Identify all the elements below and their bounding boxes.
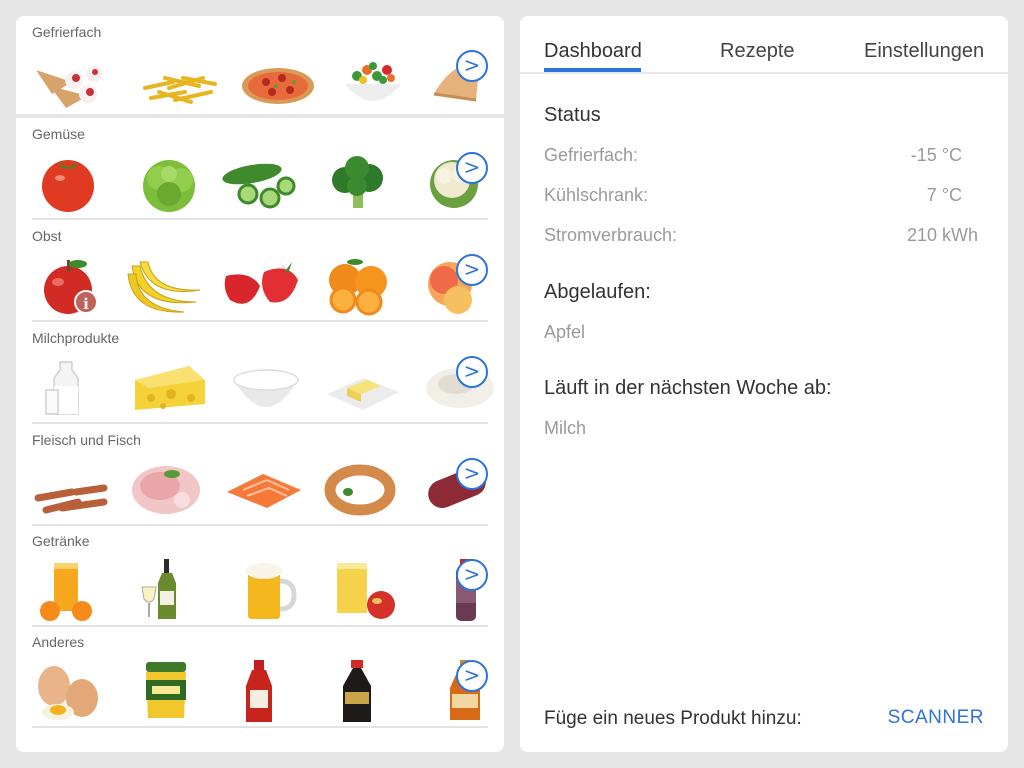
strawberries-icon[interactable] [220, 252, 300, 316]
add-product-label: Füge ein neues Produkt hinzu: [544, 708, 802, 729]
next-button[interactable]: > [456, 50, 488, 82]
soy-sauce-icon[interactable] [317, 658, 397, 722]
status-value-fridge: 7 °C [926, 185, 962, 205]
status-label-power: Stromverbrauch: [544, 225, 678, 245]
ice-cream-cones-icon[interactable] [32, 48, 112, 112]
next-button[interactable]: > [456, 152, 488, 184]
category-items [32, 557, 488, 621]
ketchup-icon[interactable] [220, 658, 300, 722]
category-title: Gefrierfach [32, 24, 102, 40]
status-heading: Status [544, 104, 601, 126]
category-anderes: Anderes > [32, 626, 488, 728]
next-button[interactable]: > [456, 254, 488, 286]
category-title: Anderes [32, 634, 85, 650]
bananas-icon[interactable] [124, 252, 204, 316]
tab-dashboard[interactable]: Dashboard [544, 40, 642, 63]
status-label-freezer: Gefrierfach: [544, 145, 639, 165]
eggs-icon[interactable] [32, 658, 112, 722]
category-items [32, 48, 488, 112]
ring-sausage-icon[interactable] [320, 456, 400, 520]
category-obst: Obst i > [32, 220, 488, 322]
expiring-item[interactable]: Milch [544, 418, 586, 439]
scanner-button[interactable]: SCANNER [888, 707, 984, 729]
orange-juice-icon[interactable] [32, 557, 112, 621]
active-tab-indicator [544, 68, 641, 72]
broccoli-icon[interactable] [317, 150, 397, 214]
cucumber-icon[interactable] [220, 150, 300, 214]
yogurt-icon[interactable] [226, 354, 306, 418]
cheese-icon[interactable] [129, 354, 209, 418]
lettuce-icon[interactable] [129, 150, 209, 214]
category-fleisch-und-fisch: Fleisch und Fisch > [32, 424, 488, 526]
category-title: Obst [32, 228, 62, 244]
next-button[interactable]: > [456, 660, 488, 692]
category-items [32, 354, 494, 418]
category-title: Fleisch und Fisch [32, 432, 141, 448]
category-title: Gemüse [32, 126, 85, 142]
pizza-icon[interactable] [236, 48, 316, 112]
white-wine-icon[interactable] [132, 557, 212, 621]
oranges-icon[interactable] [317, 252, 397, 316]
status-value-freezer: -15 °C [910, 145, 962, 165]
mixed-vegetables-icon[interactable] [333, 48, 413, 112]
expired-heading: Abgelaufen: [544, 281, 651, 303]
category-title: Milchprodukte [32, 330, 120, 346]
ham-icon[interactable] [126, 456, 206, 520]
category-title: Getränke [32, 533, 90, 549]
categories-panel: Gefrierfach > Gemüse > Obst i > Milchpro… [16, 16, 504, 752]
tab-bar: Dashboard Rezepte Einstellungen [520, 16, 1008, 74]
category-gefrierfach: Gefrierfach > [16, 16, 504, 118]
expired-item[interactable]: Apfel [544, 322, 585, 343]
category-items [32, 150, 488, 214]
category-gemuese: Gemüse > [32, 118, 488, 220]
sausages-icon[interactable] [32, 456, 112, 520]
expiring-heading: Läuft in der nächsten Woche ab: [544, 377, 832, 399]
next-button[interactable]: > [456, 458, 488, 490]
apple-juice-icon[interactable] [323, 557, 403, 621]
info-icon[interactable]: i [74, 290, 98, 314]
category-items: i [32, 252, 488, 316]
butter-icon[interactable] [323, 354, 403, 418]
beer-icon[interactable] [226, 557, 306, 621]
tomato-icon[interactable] [32, 150, 112, 214]
salmon-icon[interactable] [223, 456, 303, 520]
category-getraenke: Getränke > [32, 525, 488, 627]
category-milchprodukte: Milchprodukte > [32, 322, 494, 424]
next-button[interactable]: > [456, 559, 488, 591]
tab-rezepte[interactable]: Rezepte [720, 40, 795, 63]
mustard-icon[interactable] [126, 658, 206, 722]
milk-icon[interactable] [32, 354, 112, 418]
category-items [32, 456, 488, 520]
tab-einstellungen[interactable]: Einstellungen [864, 40, 984, 63]
category-items [32, 658, 488, 722]
next-button[interactable]: > [456, 356, 488, 388]
apple-icon[interactable]: i [32, 252, 112, 316]
status-label-fridge: Kühlschrank: [544, 185, 649, 205]
status-value-power: 210 kWh [906, 225, 978, 245]
french-fries-icon[interactable] [139, 48, 219, 112]
dashboard-panel: Dashboard Rezepte Einstellungen Status G… [520, 16, 1008, 752]
